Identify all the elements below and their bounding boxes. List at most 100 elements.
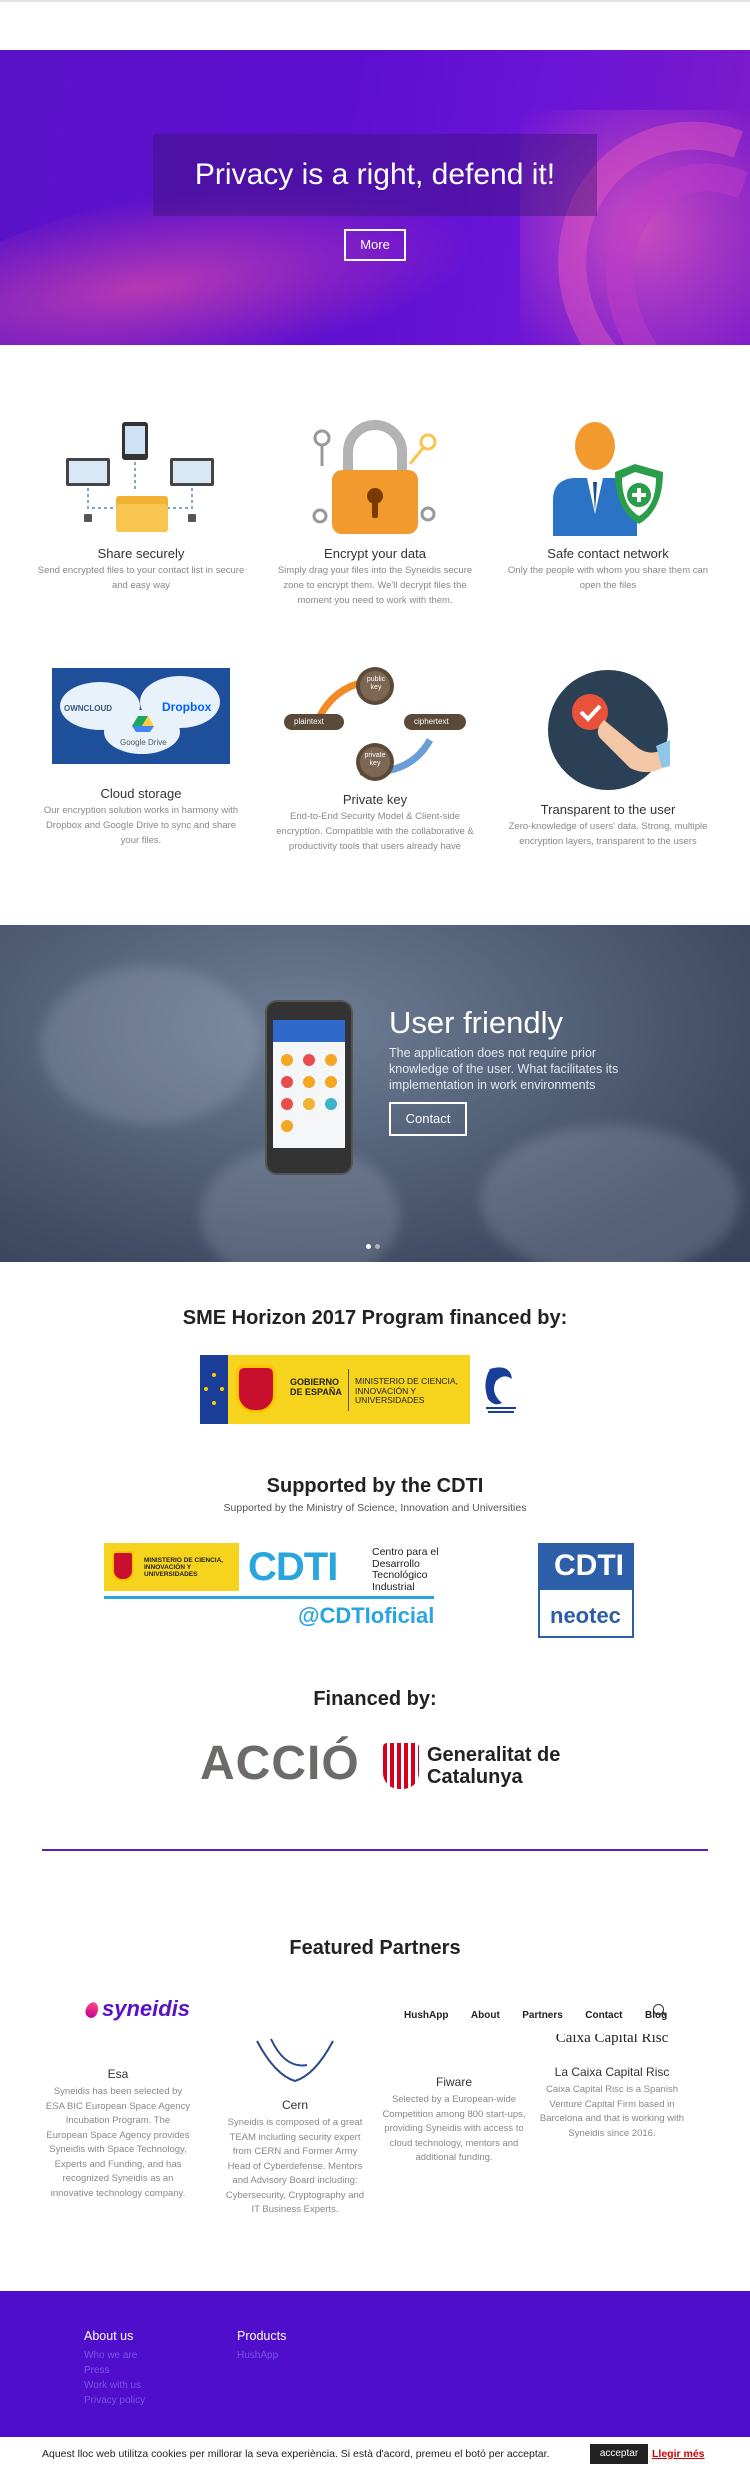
feature-title: Cloud storage bbox=[100, 786, 182, 801]
feature-cloud-storage: OWNCLOUD Dropbox Google Drive Cloud stor… bbox=[26, 668, 256, 848]
sme-title: SME Horizon 2017 Program financed by: bbox=[182, 1307, 568, 1329]
background-blur bbox=[40, 965, 260, 1125]
share-files-illustration bbox=[56, 418, 226, 538]
accio-logo: ACCIÓ bbox=[200, 1737, 360, 1790]
section-divider bbox=[42, 1849, 708, 1851]
footer-products-links: HushApp bbox=[237, 2348, 278, 2363]
partners-title: Featured Partners bbox=[289, 1937, 461, 1959]
feature-title: Safe contact network bbox=[547, 546, 669, 561]
slider-dot[interactable] bbox=[375, 1244, 380, 1249]
background-blur bbox=[480, 1125, 740, 1262]
footer-link[interactable]: Work with us bbox=[84, 2378, 145, 2393]
footer-products-title: Products bbox=[237, 2329, 287, 2343]
private-key-label: private key bbox=[364, 752, 386, 767]
partner-caixa: Caixa Capital Risc La Caixa Capital Risc… bbox=[532, 2030, 692, 2141]
partner-text: Syneidis has been selected by ESA BIC Eu… bbox=[45, 2086, 191, 2199]
logo-text: syneidis bbox=[102, 1996, 191, 2021]
syneidis-drop-icon bbox=[83, 2000, 101, 2020]
main-nav: HushApp About Partners Contact Blog bbox=[404, 2005, 685, 2023]
footer-about-title: About us bbox=[84, 2329, 134, 2343]
feature-encrypt-data: Encrypt your data Simply drag your files… bbox=[260, 418, 490, 608]
read-more-link[interactable]: Llegir més bbox=[652, 2448, 705, 2460]
generalitat-text: Generalitat de Catalunya bbox=[427, 1744, 561, 1788]
generalitat-logo: Generalitat de Catalunya bbox=[383, 1743, 563, 1789]
cdti-title: Supported by the CDTI bbox=[266, 1475, 484, 1497]
feature-transparent: Transparent to the user Zero-knowledge o… bbox=[493, 668, 723, 849]
feature-text: Our encryption solution works in harmony… bbox=[43, 805, 239, 846]
partner-fiware: Fiware Selected by a European-wide Compe… bbox=[374, 2075, 534, 2166]
slider-dots bbox=[366, 1236, 384, 1254]
feature-text: End-to-End Security Model & Client-side … bbox=[276, 811, 474, 852]
feature-title: Encrypt your data bbox=[324, 546, 426, 561]
footer-link[interactable]: Privacy policy bbox=[84, 2393, 145, 2408]
feature-safe-contact-network: Safe contact network Only the people wit… bbox=[493, 418, 723, 593]
public-key-label: public key bbox=[366, 676, 386, 691]
user-friendly-slider: User friendly The application does not r… bbox=[0, 925, 750, 1262]
dropbox-label: Dropbox bbox=[162, 700, 212, 714]
partner-name: Cern bbox=[281, 2098, 308, 2112]
key-exchange-diagram: public key plaintext ciphertext private … bbox=[280, 658, 470, 782]
contact-button[interactable]: Contact bbox=[389, 1102, 467, 1136]
phone-screen bbox=[273, 1020, 345, 1148]
cdti-description: Centro para el Desarrollo Tecnológico In… bbox=[372, 1546, 439, 1593]
cdti-handle: @CDTIoficial bbox=[298, 1603, 435, 1628]
gov-right-text: MINISTERIO DE CIENCIA, INNOVACIÓN Y UNIV… bbox=[355, 1376, 458, 1405]
neotec-logo: CDTI neotec bbox=[538, 1543, 634, 1638]
feature-text: Simply drag your files into the Syneidis… bbox=[277, 565, 473, 606]
feature-title: Transparent to the user bbox=[540, 802, 676, 817]
senyera-icon bbox=[383, 1743, 419, 1789]
accept-cookies-button[interactable]: acceptar bbox=[590, 2444, 648, 2464]
footer-link[interactable]: Press bbox=[84, 2363, 145, 2378]
nav-partners[interactable]: Partners bbox=[522, 2010, 563, 2021]
partner-name: Fiware bbox=[435, 2075, 472, 2089]
financed-title: Financed by: bbox=[313, 1688, 437, 1710]
plaintext-label: plaintext bbox=[294, 717, 324, 726]
feature-title: Private key bbox=[342, 792, 408, 807]
partner-text: Selected by a European-wide Competition … bbox=[382, 2094, 526, 2163]
cookie-bar: Aquest lloc web utilitza cookies per mil… bbox=[0, 2437, 750, 2469]
owncloud-label: OWNCLOUD bbox=[64, 704, 112, 713]
phone-mockup bbox=[265, 1000, 353, 1175]
cdti-mark: CDTI bbox=[248, 1545, 338, 1589]
partner-name: Esa bbox=[107, 2067, 129, 2081]
footer-link[interactable]: HushApp bbox=[237, 2348, 278, 2363]
search-icon[interactable] bbox=[653, 2004, 664, 2015]
spanish-government-logo: GOBIERNO DE ESPAÑA MINISTERIO DE CIENCIA… bbox=[200, 1355, 470, 1424]
partner-esa: Esa Syneidis has been selected by ESA BI… bbox=[38, 2067, 198, 2201]
feature-text: Send encrypted files to your contact lis… bbox=[37, 565, 245, 591]
footer-link[interactable]: Who we are bbox=[84, 2348, 145, 2363]
top-border bbox=[0, 0, 750, 2]
neotec-text: neotec bbox=[550, 1603, 621, 1628]
nav-hushapp[interactable]: HushApp bbox=[404, 2010, 448, 2021]
slide-title: User friendly bbox=[389, 1005, 563, 1040]
feature-title: Share securely bbox=[97, 546, 185, 561]
cdti-subtitle: Supported by the Ministry of Science, In… bbox=[223, 1502, 527, 1514]
cdti-logo: MINISTERIO DE CIENCIA, INNOVACIÓN Y UNIV… bbox=[104, 1543, 439, 1638]
feature-private-key: public key plaintext ciphertext private … bbox=[260, 658, 490, 854]
nav-contact[interactable]: Contact bbox=[585, 2010, 622, 2021]
nav-about[interactable]: About bbox=[471, 2010, 500, 2021]
slider-dot[interactable] bbox=[366, 1244, 371, 1249]
feature-text: Zero-knowledge of users' data. Strong, m… bbox=[508, 821, 708, 847]
eu-flag-icon bbox=[200, 1355, 228, 1424]
more-button[interactable]: More bbox=[344, 229, 406, 261]
gov-left-text: GOBIERNO DE ESPAÑA bbox=[290, 1377, 342, 1397]
partner-name: La Caixa Capital Risc bbox=[554, 2065, 670, 2079]
partner-cern: Cern Syneidis is composed of a great TEA… bbox=[215, 2035, 375, 2218]
cern-logo-icon bbox=[256, 2038, 334, 2083]
feature-text: Only the people with whom you share them… bbox=[507, 565, 709, 591]
cloud-services-illustration: OWNCLOUD Dropbox Google Drive bbox=[52, 668, 230, 764]
partner-text: Syneidis is composed of a great TEAM inc… bbox=[225, 2117, 365, 2215]
touch-check-illustration bbox=[546, 668, 670, 792]
neotec-cdti-text: CDTI bbox=[554, 1549, 624, 1582]
cdti-ministry-text: MINISTERIO DE CIENCIA, INNOVACIÓN Y UNIV… bbox=[144, 1557, 224, 1578]
partner-text: Caixa Capital Risc is a Spanish Venture … bbox=[539, 2084, 685, 2139]
syneidis-logo[interactable]: syneidis bbox=[83, 1996, 191, 2022]
site-footer: About us Who we are Press Work with us P… bbox=[0, 2291, 750, 2445]
user-shield-illustration bbox=[543, 418, 673, 538]
ciphertext-label: ciphertext bbox=[414, 717, 449, 726]
coat-of-arms-icon bbox=[112, 1551, 134, 1581]
footer-about-links: Who we are Press Work with us Privacy po… bbox=[84, 2348, 145, 2408]
hero-title: Privacy is a right, defend it! bbox=[153, 134, 597, 216]
eu-funding-icon bbox=[485, 1367, 516, 1413]
